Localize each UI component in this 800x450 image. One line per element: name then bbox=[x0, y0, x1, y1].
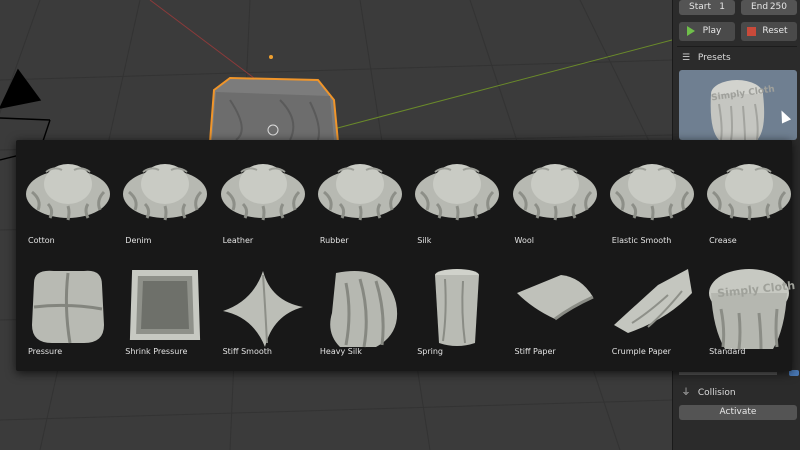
stiff-sheet-icon bbox=[222, 271, 303, 347]
tablecloth-icon bbox=[709, 269, 790, 350]
preset-tile-shrink-pressure[interactable]: Shrink Pressure bbox=[117, 255, 213, 366]
activate-label: Activate bbox=[719, 407, 757, 417]
preset-label: Pressure bbox=[28, 347, 63, 356]
play-button[interactable]: Play bbox=[679, 22, 735, 41]
preset-tile-pressure[interactable]: Pressure bbox=[20, 255, 116, 366]
stop-icon bbox=[747, 27, 756, 36]
draped-cloth-icon bbox=[26, 164, 110, 221]
preset-tile-stiff-paper[interactable]: Stiff Paper bbox=[507, 255, 603, 366]
preset-tile-silk[interactable]: Silk bbox=[409, 144, 505, 255]
preset-tile-cotton[interactable]: Cotton bbox=[20, 144, 116, 255]
start-frame-value: 1 bbox=[719, 2, 725, 12]
preset-label: Shrink Pressure bbox=[125, 347, 188, 356]
reset-button[interactable]: Reset bbox=[741, 22, 797, 41]
play-icon bbox=[687, 26, 695, 36]
start-frame-label: Start bbox=[689, 2, 711, 12]
preset-label: Standard bbox=[709, 347, 746, 356]
draped-cloth-icon bbox=[317, 164, 402, 221]
draped-cloth-icon bbox=[220, 164, 305, 221]
curled-paper-icon bbox=[516, 275, 594, 321]
end-frame-field[interactable]: End 250 bbox=[741, 0, 797, 15]
preset-tile-standard[interactable]: Simply Cloth Standard bbox=[701, 255, 797, 366]
preset-tile-elastic-smooth[interactable]: Elastic Smooth bbox=[604, 144, 700, 255]
preset-tile-stiff-smooth[interactable]: Stiff Smooth bbox=[215, 255, 311, 366]
list-icon: ☰ bbox=[681, 53, 691, 63]
collision-panel-title: Collision bbox=[697, 388, 736, 398]
pillow-icon bbox=[32, 270, 104, 344]
preset-tile-crease[interactable]: Crease bbox=[701, 144, 797, 255]
light-object[interactable] bbox=[269, 55, 273, 59]
preset-tile-spring[interactable]: Spring bbox=[409, 255, 505, 366]
draped-cloth-icon bbox=[609, 164, 694, 221]
preset-label: Heavy Silk bbox=[319, 347, 362, 356]
draped-cloth-icon bbox=[123, 164, 208, 221]
cylinder-icon bbox=[435, 269, 480, 346]
preset-tile-heavy-silk[interactable]: Heavy Silk bbox=[312, 255, 408, 366]
preset-label: Stiff Paper bbox=[514, 347, 556, 356]
divider bbox=[677, 46, 797, 47]
preset-label: Crease bbox=[709, 236, 737, 245]
hanging-cloth-icon bbox=[330, 271, 398, 348]
presets-panel-title: Presets bbox=[697, 53, 731, 63]
preset-label: Leather bbox=[222, 236, 254, 245]
preset-tile-crumple-paper[interactable]: Crumple Paper bbox=[604, 255, 700, 366]
y-axis-line bbox=[329, 39, 672, 131]
preset-label: Stiff Smooth bbox=[222, 347, 272, 356]
preset-label: Denim bbox=[125, 236, 152, 245]
preset-preview-thumbnail[interactable]: Simply Cloth bbox=[679, 70, 797, 140]
preset-tile-wool[interactable]: Wool bbox=[507, 144, 603, 255]
start-frame-field[interactable]: Start 1 bbox=[679, 0, 735, 15]
draped-cloth-icon bbox=[512, 164, 597, 221]
presets-panel-header[interactable]: ☰ Presets bbox=[677, 49, 797, 67]
preset-label: Silk bbox=[417, 236, 432, 245]
draped-cloth-icon bbox=[415, 164, 500, 221]
preset-label: Cotton bbox=[28, 236, 55, 245]
draped-cloth-icon bbox=[707, 164, 792, 221]
crumpled-paper-icon bbox=[613, 269, 692, 333]
preset-label: Rubber bbox=[319, 236, 349, 245]
preset-label: Crumple Paper bbox=[611, 347, 671, 356]
preset-picker-popup: Cotton Denim Leather Rubber Silk Wool Elastic … bbox=[16, 140, 796, 371]
preset-label: Spring bbox=[417, 347, 444, 356]
collision-icon: ⏚ bbox=[681, 388, 691, 398]
preset-label: Elastic Smooth bbox=[611, 236, 672, 245]
collision-panel-header[interactable]: ⏚ Collision bbox=[677, 384, 797, 402]
end-frame-value: 250 bbox=[769, 2, 787, 12]
preset-label: Wool bbox=[514, 236, 534, 245]
selected-cube-object[interactable] bbox=[208, 76, 340, 143]
preset-tile-rubber[interactable]: Rubber bbox=[312, 144, 408, 255]
activate-collision-button[interactable]: Activate bbox=[679, 405, 797, 420]
play-label: Play bbox=[702, 26, 722, 36]
reset-label: Reset bbox=[762, 26, 788, 36]
preset-tile-leather[interactable]: Leather bbox=[215, 144, 311, 255]
preset-tile-denim[interactable]: Denim bbox=[117, 144, 213, 255]
cloth-cube-icon bbox=[130, 270, 201, 340]
end-frame-label: End bbox=[751, 2, 769, 12]
tablecloth-preview-icon bbox=[710, 80, 765, 140]
panel-scrollbar[interactable] bbox=[679, 372, 777, 375]
